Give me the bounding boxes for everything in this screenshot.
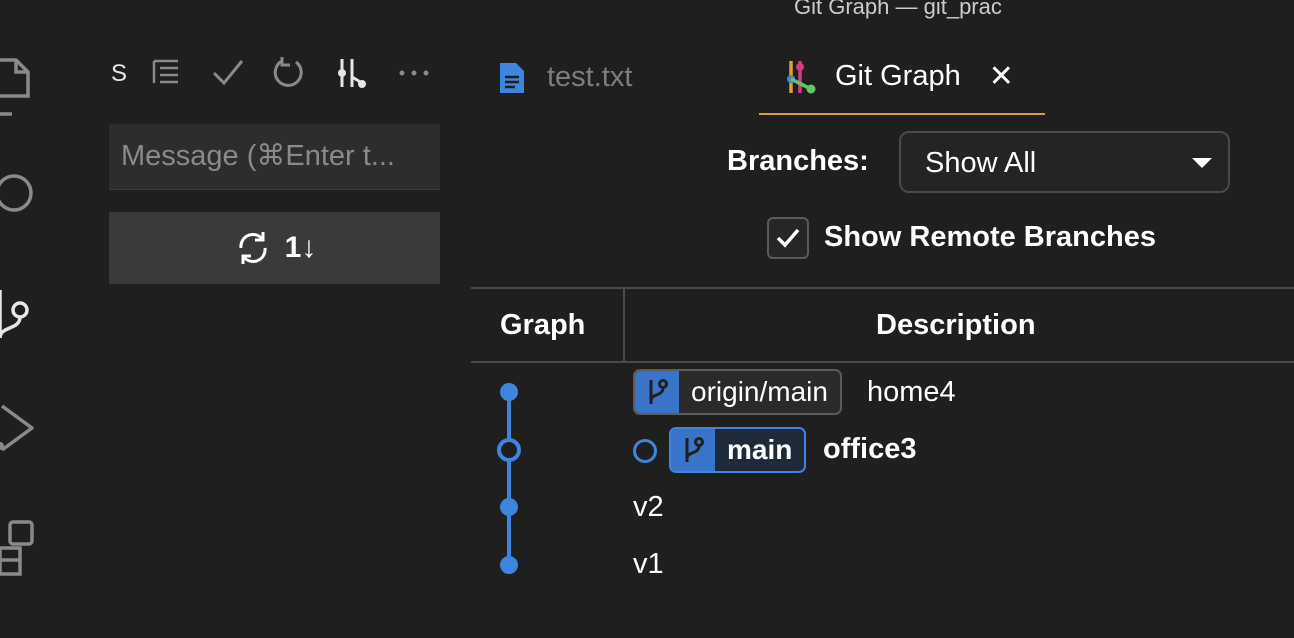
commit-node[interactable] [500,498,518,516]
show-remote-branches-checkbox[interactable] [767,217,809,259]
refresh-icon[interactable] [270,55,306,91]
extensions-icon[interactable] [0,518,36,578]
commit-message[interactable]: home4 [867,376,956,409]
sync-count: 1↓ [284,231,317,264]
head-indicator-icon [633,439,657,463]
sidebar-title: S [111,60,128,87]
close-icon[interactable]: ✕ [989,59,1014,94]
ref-label: main [727,434,793,465]
sync-icon [239,232,267,264]
commit-message-input[interactable]: Message (⌘Enter t... [109,124,440,190]
file-icon [500,62,524,93]
commit-message[interactable]: v2 [633,491,664,524]
commit-node[interactable] [500,383,518,401]
show-remote-branches-label: Show Remote Branches [824,221,1156,253]
run-debug-icon[interactable] [0,402,36,458]
chevron-down-icon [1192,158,1212,168]
git-graph-toolbar-icon[interactable] [334,55,370,91]
search-icon[interactable] [0,170,34,216]
commit-graph [497,383,521,574]
activity-bar [0,0,48,638]
checkmark-icon [776,228,800,248]
commit-message[interactable]: v1 [633,548,664,581]
ref-badge-origin-main[interactable]: origin/main [633,369,842,415]
ref-label: origin/main [691,376,828,407]
table-header-border [471,361,1294,363]
column-header-description: Description [876,309,1036,341]
view-as-tree-icon[interactable] [150,55,182,89]
tab-test-txt[interactable]: test.txt [497,40,737,115]
source-control-icon[interactable] [0,290,34,346]
tab-label: Git Graph [835,60,961,92]
tab-label: test.txt [547,61,633,93]
ref-badge-main[interactable]: main [669,427,807,473]
branches-dropdown[interactable]: Show All [899,131,1230,193]
branches-selected-value: Show All [925,147,1037,179]
more-actions-icon[interactable] [396,55,432,91]
branch-icon [649,379,668,404]
column-header-graph: Graph [500,309,586,341]
git-graph-icon [787,60,816,93]
branches-label: Branches: [727,145,869,177]
table-top-border [471,287,1294,289]
branch-icon [685,437,704,462]
commit-node[interactable] [500,556,518,574]
window-title: Git Graph — git_prac [794,0,1002,19]
commit-node-head[interactable] [497,438,521,462]
sync-changes-button[interactable]: 1↓ [109,212,440,284]
column-separator [623,289,625,361]
commit-message[interactable]: office3 [823,433,916,466]
commit-check-icon[interactable] [210,55,246,89]
source-control-sidebar [48,0,472,638]
tab-git-graph[interactable]: Git Graph ✕ [759,40,1045,115]
explorer-icon[interactable] [0,56,34,118]
